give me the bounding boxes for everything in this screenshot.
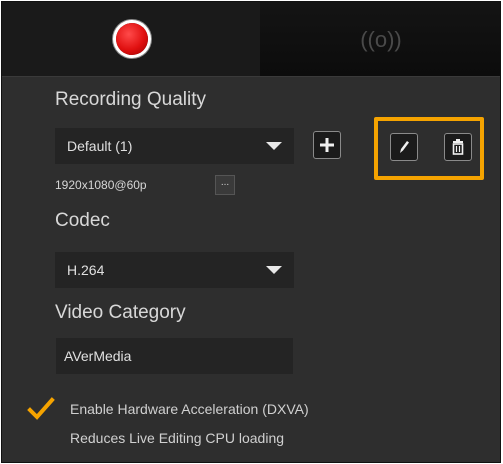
hardware-acceleration-label: Enable Hardware Acceleration (DXVA) [70, 401, 309, 417]
tab-record[interactable] [2, 2, 260, 76]
tab-divider [2, 76, 500, 77]
resolution-text: 1920x1080@60p [55, 178, 147, 192]
hardware-acceleration-note: Reduces Live Editing CPU loading [70, 430, 285, 446]
recording-quality-select[interactable]: Default (1) [55, 128, 294, 164]
codec-select[interactable]: H.264 [55, 252, 294, 288]
plus-icon [320, 138, 334, 152]
video-category-input[interactable]: AVerMedia [56, 338, 293, 374]
record-dot-icon [116, 23, 148, 55]
recording-settings-panel: ((o)) Recording Quality Default (1) 1920… [1, 1, 501, 463]
hardware-acceleration-checkbox[interactable] [27, 395, 55, 423]
recording-quality-label: Recording Quality [55, 89, 207, 110]
mode-tabs: ((o)) [2, 2, 500, 76]
codec-label: Codec [55, 210, 110, 231]
broadcast-icon: ((o)) [360, 27, 402, 52]
edit-delete-highlight [374, 117, 484, 180]
chevron-down-icon [266, 142, 282, 150]
checkmark-icon [27, 397, 55, 420]
codec-value: H.264 [67, 262, 105, 278]
tab-stream[interactable]: ((o)) [260, 2, 500, 76]
recording-quality-value: Default (1) [67, 138, 133, 154]
more-options-button[interactable]: ... [215, 175, 235, 195]
video-category-label: Video Category [55, 302, 186, 323]
add-quality-button[interactable] [313, 131, 341, 159]
chevron-down-icon [266, 266, 282, 274]
